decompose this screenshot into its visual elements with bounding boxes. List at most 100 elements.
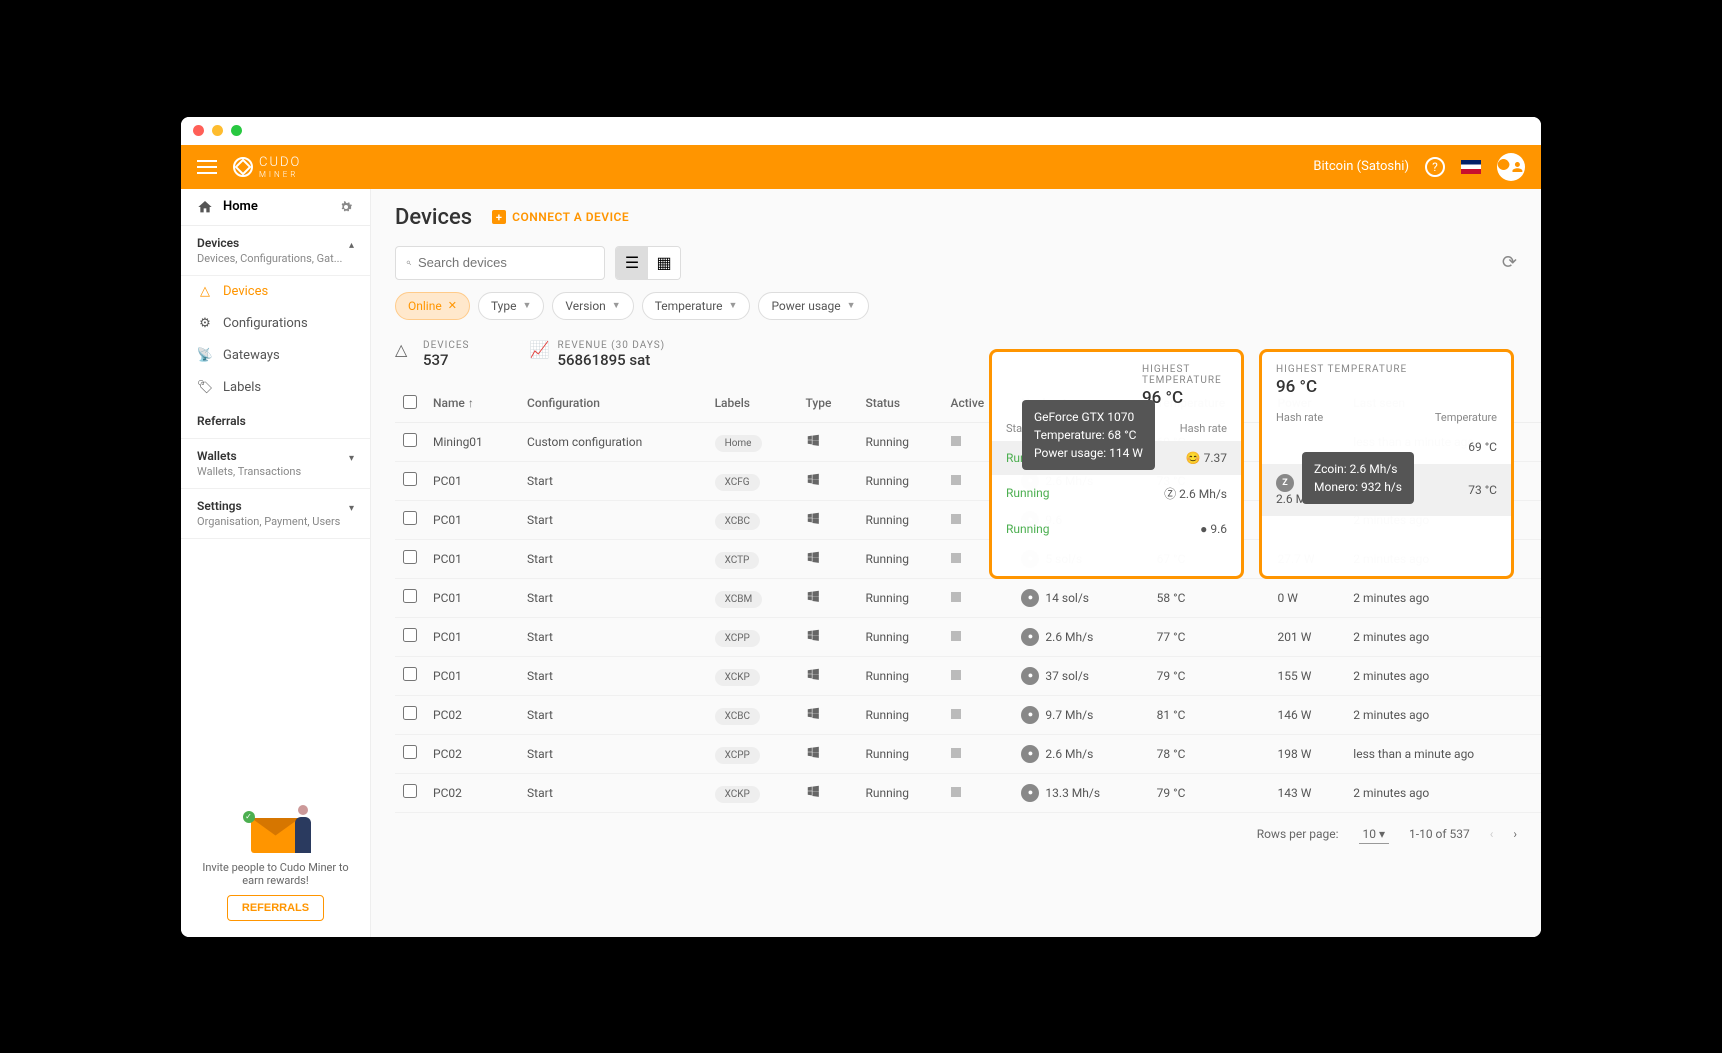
row-checkbox[interactable] xyxy=(403,784,417,798)
column-header[interactable]: Power xyxy=(1269,385,1345,423)
column-header[interactable]: Type xyxy=(798,385,858,423)
main-content: Devices + CONNECT A DEVICE ☰ ▦ ⟳ Online✕… xyxy=(371,189,1541,937)
row-checkbox[interactable] xyxy=(403,706,417,720)
cell-config: Start xyxy=(519,656,707,695)
gear-icon[interactable] xyxy=(338,199,354,215)
minimize-dot[interactable] xyxy=(212,125,223,136)
table-row[interactable]: PC01 Start XCPP Running ●2.6 Mh/s 77 °C … xyxy=(395,617,1541,656)
label-pill: XCKP xyxy=(715,786,760,803)
column-header[interactable]: Last seen xyxy=(1345,385,1541,423)
column-header[interactable]: Name ↑ xyxy=(425,385,519,423)
sliders-icon: ⚙ xyxy=(197,316,213,332)
triangle-icon: △ xyxy=(395,340,413,358)
row-checkbox[interactable] xyxy=(403,589,417,603)
table-row[interactable]: PC01 Start XCBM Running ●14 sol/s 58 °C … xyxy=(395,578,1541,617)
column-header[interactable]: Active xyxy=(943,385,1014,423)
cell-lastseen: 2 minutes ago xyxy=(1345,539,1541,578)
windows-icon xyxy=(806,433,820,447)
cell-status: Running xyxy=(857,734,942,773)
referrals-button[interactable]: REFERRALS xyxy=(227,895,324,921)
filter-chip-temperature[interactable]: Temperature▼ xyxy=(642,292,751,320)
search-input-wrapper[interactable] xyxy=(395,246,605,280)
sidebar-item-gateways[interactable]: 📡 Gateways xyxy=(181,340,370,372)
cell-status: Running xyxy=(857,422,942,461)
sidebar-item-devices[interactable]: △ Devices xyxy=(181,276,370,308)
table-row[interactable]: PC01 Start XCFG Running ●2.6 Mh/s 73 °C … xyxy=(395,461,1541,500)
cell-status: Running xyxy=(857,461,942,500)
cell-lastseen: 2 minutes ago xyxy=(1345,773,1541,812)
sidebar-item-labels[interactable]: 🏷 Labels xyxy=(181,372,370,404)
filter-chips: Online✕ Type▼ Version▼ Temperature▼Power us… xyxy=(371,292,1541,332)
home-icon xyxy=(197,199,213,215)
filter-chip-power-usage[interactable]: Power usage▼ xyxy=(758,292,868,320)
sidebar-section-wallets[interactable]: Wallets Wallets, Transactions ▾ xyxy=(181,439,370,489)
titlebar xyxy=(181,117,1541,145)
cell-hashrate: ●5 sol/s xyxy=(1013,539,1148,578)
prev-page-button[interactable]: ‹ xyxy=(1490,827,1494,841)
cell-lastseen: 2 minutes ago xyxy=(1345,695,1541,734)
cell-temp: 67 °C xyxy=(1149,539,1270,578)
row-checkbox[interactable] xyxy=(403,433,417,447)
cell-lastseen: less than a minute ago xyxy=(1345,422,1541,461)
row-checkbox[interactable] xyxy=(403,472,417,486)
column-header[interactable]: Labels xyxy=(707,385,798,423)
cell-temp: 79 °C xyxy=(1149,773,1270,812)
select-all-checkbox[interactable] xyxy=(403,395,417,409)
help-icon[interactable]: ? xyxy=(1425,157,1445,177)
column-header[interactable]: Status xyxy=(857,385,942,423)
row-checkbox[interactable] xyxy=(403,745,417,759)
row-checkbox[interactable] xyxy=(403,550,417,564)
table-row[interactable]: PC02 Start XCKP Running ●13.3 Mh/s 79 °C… xyxy=(395,773,1541,812)
close-icon[interactable]: ✕ xyxy=(448,299,457,312)
table-row[interactable]: PC01 Start XCTP Running ●5 sol/s 67 °C 2… xyxy=(395,539,1541,578)
grid-view-button[interactable]: ▦ xyxy=(648,247,680,279)
table-row[interactable]: PC01 Start XCKP Running ●37 sol/s 79 °C … xyxy=(395,656,1541,695)
sidebar-home[interactable]: Home xyxy=(181,189,370,226)
filter-chip-type[interactable]: Type▼ xyxy=(478,292,544,320)
search-input[interactable] xyxy=(418,255,594,270)
row-checkbox[interactable] xyxy=(403,667,417,681)
language-flag[interactable] xyxy=(1461,160,1481,174)
cell-name: PC01 xyxy=(425,539,519,578)
menu-icon[interactable] xyxy=(197,160,217,174)
account-avatar[interactable] xyxy=(1497,153,1525,181)
page-range: 1-10 of 537 xyxy=(1409,827,1470,841)
sidebar-item-label: Devices xyxy=(223,284,268,299)
column-header[interactable]: Configuration xyxy=(519,385,707,423)
maximize-dot[interactable] xyxy=(231,125,242,136)
page-title: Devices xyxy=(395,205,472,230)
table-row[interactable]: PC02 Start XCBC Running ●9.7 Mh/s 81 °C … xyxy=(395,695,1541,734)
table-row[interactable]: PC02 Start XCPP Running ●2.6 Mh/s 78 °C … xyxy=(395,734,1541,773)
currency-label[interactable]: Bitcoin (Satoshi) xyxy=(1313,159,1409,174)
rows-per-page-select[interactable]: 10 ▾ xyxy=(1359,825,1390,844)
column-header[interactable]: Hash rate xyxy=(1013,385,1148,423)
cell-power xyxy=(1269,422,1345,461)
sidebar: Home Devices Devices, Configurations, Ga… xyxy=(181,189,371,937)
cell-status: Running xyxy=(857,578,942,617)
table-row[interactable]: Mining01 Custom configuration Home Runni… xyxy=(395,422,1541,461)
sidebar-section-referrals[interactable]: Referrals xyxy=(181,404,370,439)
row-checkbox[interactable] xyxy=(403,628,417,642)
filter-chip-version[interactable]: Version▼ xyxy=(552,292,633,320)
close-dot[interactable] xyxy=(193,125,204,136)
cell-name: PC01 xyxy=(425,578,519,617)
sidebar-section-devices[interactable]: Devices Devices, Configurations, Gat... … xyxy=(181,226,370,276)
filter-chip-online[interactable]: Online✕ xyxy=(395,292,470,320)
column-header[interactable]: Temperature xyxy=(1149,385,1270,423)
table-row[interactable]: PC01 Start XCBC Running ●9.6 2 minutes a… xyxy=(395,500,1541,539)
cell-power: 201 W xyxy=(1269,617,1345,656)
windows-icon xyxy=(806,706,820,720)
next-page-button[interactable]: › xyxy=(1513,827,1517,841)
connect-device-link[interactable]: + CONNECT A DEVICE xyxy=(492,210,629,224)
sidebar-item-configurations[interactable]: ⚙ Configurations xyxy=(181,308,370,340)
cell-config: Start xyxy=(519,539,707,578)
logo: CUDO MINER xyxy=(233,155,301,179)
label-pill: XCBM xyxy=(715,591,763,608)
cell-config: Start xyxy=(519,734,707,773)
list-view-button[interactable]: ☰ xyxy=(616,247,648,279)
sidebar-section-settings[interactable]: Settings Organisation, Payment, Users ▾ xyxy=(181,489,370,539)
refresh-icon[interactable]: ⟳ xyxy=(1502,252,1517,273)
cell-lastseen: 2 minutes ago xyxy=(1345,578,1541,617)
search-icon xyxy=(406,256,412,270)
row-checkbox[interactable] xyxy=(403,511,417,525)
